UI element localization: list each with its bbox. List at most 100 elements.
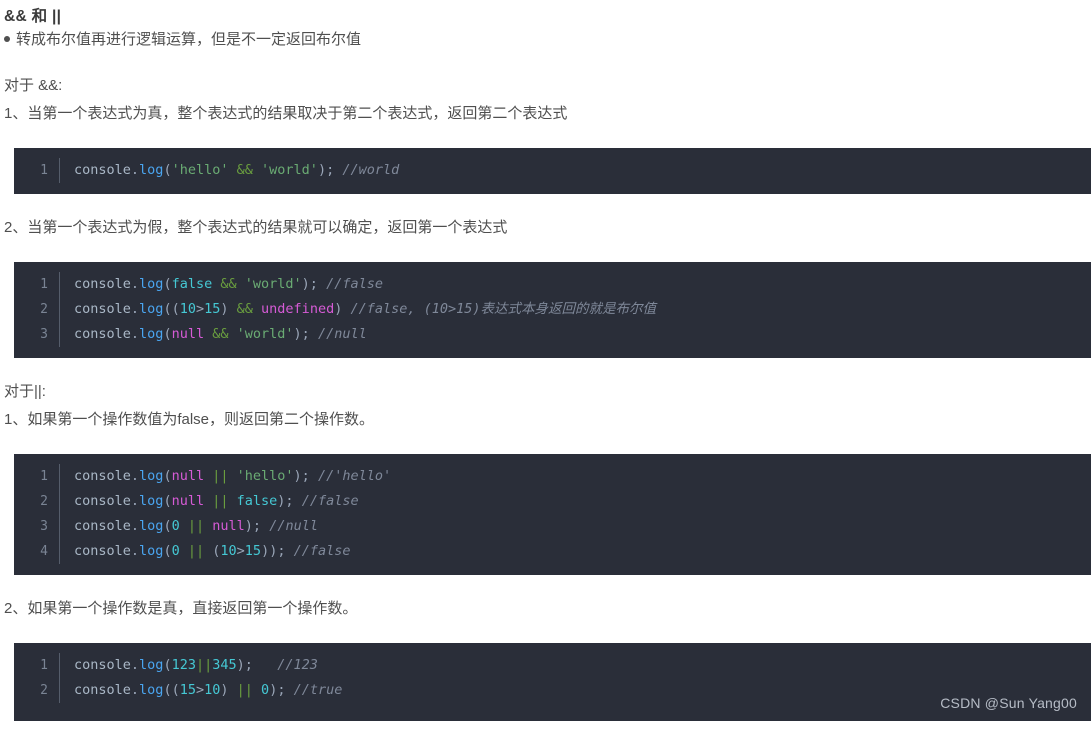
code-token: console — [74, 657, 131, 673]
code-line-text: console.log(null || false); //false — [74, 489, 1091, 514]
code-token: 10 — [204, 682, 221, 698]
code-token: . — [130, 543, 140, 559]
gutter-divider — [59, 678, 60, 703]
code-line-text: console.log(123||345); //123 — [74, 653, 1091, 678]
code-token: null — [212, 518, 245, 534]
code-token: ); — [244, 518, 262, 534]
code-token: 15 — [179, 682, 196, 698]
code-line: 2 console.log(null || false); //false — [14, 489, 1091, 514]
code-token: || — [187, 543, 205, 559]
code-token: || — [236, 682, 253, 698]
code-token: ); — [293, 468, 310, 484]
code-token: log — [139, 468, 164, 484]
code-token: 345 — [212, 657, 237, 673]
code-token: console — [74, 162, 131, 178]
code-token: console — [74, 468, 131, 484]
code-block[interactable]: 1 console.log(123||345); //123 2 console.lo… — [14, 643, 1091, 721]
code-token: ) — [220, 301, 237, 317]
code-token: . — [130, 493, 140, 509]
code-line-text: console.log(null || 'hello'); //'hello' — [74, 464, 1091, 489]
code-token: log — [139, 276, 164, 292]
gutter-divider — [59, 322, 60, 347]
paragraph-text: 1、如果第一个操作数值为false，则返回第二个操作数。 — [4, 411, 375, 428]
code-block[interactable]: 1 console.log(false && 'world'); //false 2… — [14, 262, 1091, 358]
code-token: 'world' — [236, 326, 294, 342]
code-token: && — [236, 301, 253, 317]
code-token: log — [139, 326, 164, 342]
code-token: 123 — [171, 657, 196, 673]
code-token: null — [171, 493, 205, 509]
code-token: ); — [293, 326, 310, 342]
gutter-divider — [59, 514, 60, 539]
code-token: //null — [269, 518, 318, 534]
code-token: ( — [163, 493, 172, 509]
code-token: console — [74, 276, 131, 292]
code-token: ( — [163, 276, 172, 292]
code-line-number: 2 — [40, 494, 48, 509]
code-line: 4 console.log(0 || (10>15)); //false — [14, 539, 1091, 564]
code-token: . — [130, 682, 140, 698]
paragraph-text: 转成布尔值再进行逻辑运算，但是不一定返回布尔值 — [16, 31, 362, 48]
code-line-number: 4 — [40, 544, 48, 559]
code-token: //world — [342, 162, 400, 178]
code-token: log — [139, 518, 164, 534]
csdn-watermark: CSDN @Sun Yang00 — [940, 695, 1077, 711]
code-line: 1 console.log(123||345); //123 — [14, 653, 1091, 678]
code-token: 'world' — [261, 162, 318, 178]
code-line-text: console.log(0 || (10>15)); //false — [74, 539, 1091, 564]
code-token: 0 — [171, 543, 180, 559]
paragraph-text: 2、当第一个表达式为假，整个表达式的结果就可以确定，返回第一个表达式 — [4, 219, 508, 236]
code-token: > — [195, 682, 205, 698]
code-token: null — [171, 326, 205, 342]
code-line: 2 console.log((10>15) && undefined) //fal… — [14, 297, 1091, 322]
paragraph: 2、当第一个表达式为假，整个表达式的结果就可以确定，返回第一个表达式 — [0, 216, 1091, 240]
code-token: . — [130, 468, 140, 484]
code-token: ); — [269, 682, 286, 698]
code-token: //'hello' — [317, 468, 392, 484]
code-token: || — [187, 518, 205, 534]
page-title: && 和 || — [4, 8, 62, 25]
code-token: (( — [163, 301, 180, 317]
gutter-divider — [59, 297, 60, 322]
gutter-divider — [59, 539, 60, 564]
code-token: . — [130, 657, 140, 673]
code-token: ( — [163, 326, 172, 342]
gutter-divider — [59, 653, 60, 678]
code-token: && — [236, 162, 253, 178]
code-token: log — [139, 543, 164, 559]
paragraph-text: 1、当第一个表达式为真，整个表达式的结果取决于第二个表达式，返回第二个表达式 — [4, 105, 568, 122]
code-line: 3 console.log(null && 'world'); //null — [14, 322, 1091, 347]
code-line: 1 console.log(false && 'world'); //false — [14, 272, 1091, 297]
code-line-number: 1 — [40, 277, 48, 292]
code-token: log — [139, 493, 164, 509]
code-token: ); — [317, 162, 335, 178]
code-token: ( — [163, 518, 172, 534]
code-block[interactable]: 1 console.log(null || 'hello'); //'hello'… — [14, 454, 1091, 575]
gutter-divider — [59, 489, 60, 514]
code-token: log — [139, 301, 164, 317]
code-token: . — [130, 276, 140, 292]
code-block[interactable]: 1 console.log('hello' && 'world'); //worl… — [14, 148, 1091, 194]
code-line-number: 1 — [40, 163, 48, 178]
code-token: ); — [277, 493, 294, 509]
code-token: //false — [326, 276, 383, 292]
code-line-text: console.log(false && 'world'); //false — [74, 272, 1091, 297]
code-token: console — [74, 518, 131, 534]
